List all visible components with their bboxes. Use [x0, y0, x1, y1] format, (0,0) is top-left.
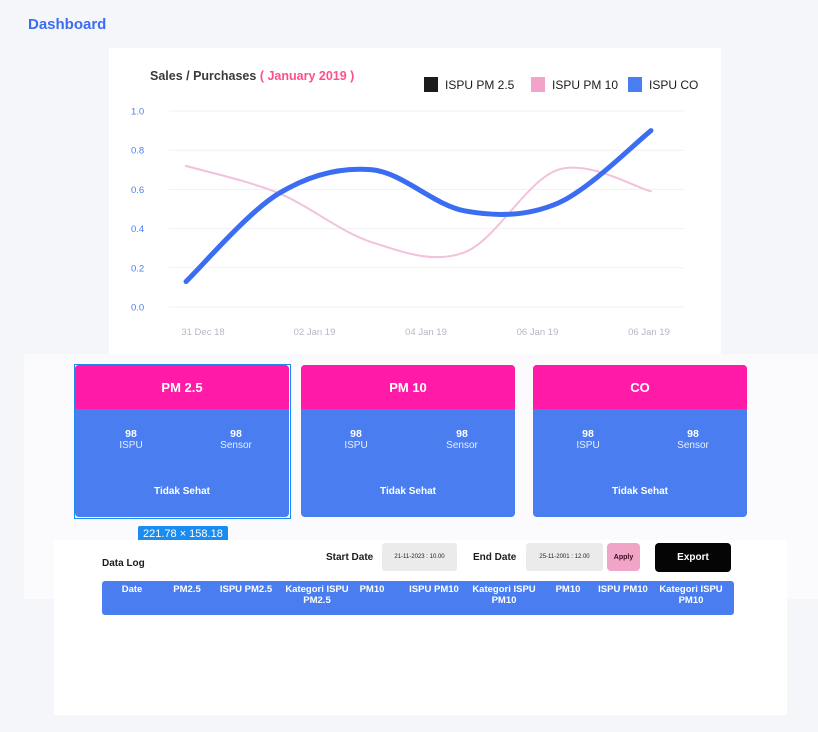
- pm25-ispu-label: ISPU: [119, 440, 143, 451]
- column-header-kategori-pm10-2[interactable]: Kategori ISPU PM10: [656, 584, 726, 606]
- page-title: Dashboard: [28, 16, 107, 33]
- legend-item-pm10[interactable]: ISPU PM 10: [531, 77, 618, 92]
- y-tick-label: 1.0: [131, 107, 144, 118]
- y-tick-label: 0.8: [131, 146, 144, 157]
- export-button[interactable]: Export: [655, 543, 731, 572]
- start-date-input[interactable]: 21-11-2023 : 10.00: [382, 543, 457, 571]
- data-log-title: Data Log: [102, 558, 145, 569]
- pm25-card-title: PM 2.5: [75, 365, 289, 409]
- legend-swatch-pm25: [424, 77, 438, 92]
- pm10-ispu: 98 ISPU: [334, 428, 378, 452]
- co-ispu-label: ISPU: [576, 440, 600, 451]
- chart-title-period: ( January 2019 ): [259, 69, 355, 83]
- column-header-date[interactable]: Date: [112, 584, 152, 595]
- pm10-status: Tidak Sehat: [380, 486, 436, 497]
- legend-swatch-pm10: [531, 77, 545, 92]
- pm10-sensor: 98 Sensor: [439, 428, 485, 452]
- pm10-ispu-value: 98: [350, 428, 362, 440]
- pm10-sensor-value: 98: [456, 428, 468, 440]
- co-sensor: 98 Sensor: [670, 428, 716, 452]
- column-header-kategori-pm10[interactable]: Kategori ISPU PM10: [468, 584, 540, 606]
- x-tick-label: 02 Jan 19: [294, 327, 336, 338]
- y-tick-label: 0.4: [131, 224, 144, 235]
- pm10-sensor-label: Sensor: [446, 440, 478, 451]
- column-header-kategori-pm25[interactable]: Kategori ISPU PM2.5: [282, 584, 352, 606]
- column-header-pm25[interactable]: PM2.5: [165, 584, 209, 595]
- pm10-card-title: PM 10: [301, 365, 515, 409]
- co-ispu: 98 ISPU: [566, 428, 610, 452]
- pm25-ispu: 98 ISPU: [109, 428, 153, 452]
- column-header-pm10[interactable]: PM10: [354, 584, 390, 595]
- data-log-table-header: Date PM2.5 ISPU PM2.5 Kategori ISPU PM2.…: [102, 581, 734, 615]
- co-sensor-value: 98: [687, 428, 699, 440]
- x-tick-label: 04 Jan 19: [405, 327, 447, 338]
- pm25-card[interactable]: PM 2.5 98 ISPU 98 Sensor Tidak Sehat: [75, 365, 289, 517]
- pm25-ispu-value: 98: [125, 428, 137, 440]
- data-log-card: Data Log Start Date 21-11-2023 : 10.00 E…: [54, 540, 787, 715]
- legend-label-co: ISPU CO: [649, 77, 699, 92]
- y-tick-label: 0.0: [131, 303, 144, 314]
- end-date-input[interactable]: 25-11-2001 : 12.00: [526, 543, 603, 571]
- chart-title: Sales / Purchases ( January 2019 ): [150, 69, 354, 83]
- series-line-ispu-co[interactable]: [183, 128, 654, 285]
- co-card-title: CO: [533, 365, 747, 409]
- y-tick-label: 0.6: [131, 185, 144, 196]
- co-ispu-value: 98: [582, 428, 594, 440]
- co-card[interactable]: CO 98 ISPU 98 Sensor Tidak Sehat: [533, 365, 747, 517]
- line-chart: 1.0 0.8 0.6 0.4 0.2 0.0 31 Dec 18 02 Jan 19 04 J…: [131, 107, 684, 338]
- x-tick-label: 31 Dec 18: [181, 327, 224, 338]
- legend-item-co[interactable]: ISPU CO: [628, 77, 698, 92]
- x-tick-label: 06 Jan 19: [517, 327, 559, 338]
- column-header-ispu-pm25[interactable]: ISPU PM2.5: [215, 584, 277, 595]
- x-tick-label: 06 Jan 19: [628, 327, 670, 338]
- apply-button[interactable]: Apply: [607, 543, 640, 571]
- legend-label-pm25: ISPU PM 2.5: [445, 77, 515, 92]
- chart-title-main: Sales / Purchases: [150, 69, 257, 83]
- legend-swatch-co: [628, 77, 642, 92]
- pm25-status: Tidak Sehat: [154, 486, 210, 497]
- pm10-card[interactable]: PM 10 98 ISPU 98 Sensor Tidak Sehat: [301, 365, 515, 517]
- legend-label-pm10: ISPU PM 10: [552, 77, 619, 92]
- pm25-sensor-value: 98: [230, 428, 242, 440]
- column-header-pm10-2[interactable]: PM10: [550, 584, 586, 595]
- pm25-sensor: 98 Sensor: [213, 428, 259, 452]
- column-header-ispu-pm10-2[interactable]: ISPU PM10: [594, 584, 652, 595]
- pm10-ispu-label: ISPU: [344, 440, 368, 451]
- legend-item-pm25[interactable]: ISPU PM 2.5: [424, 77, 514, 92]
- end-date-label: End Date: [473, 552, 517, 563]
- chart-card: 1.0 0.8 0.6 0.4 0.2 0.0 31 Dec 18 02 Jan 19 04 J…: [109, 48, 721, 354]
- co-sensor-label: Sensor: [677, 440, 709, 451]
- y-tick-label: 0.2: [131, 263, 144, 274]
- start-date-label: Start Date: [326, 552, 374, 563]
- co-status: Tidak Sehat: [612, 486, 668, 497]
- column-header-ispu-pm10[interactable]: ISPU PM10: [404, 584, 464, 595]
- pm25-sensor-label: Sensor: [220, 440, 252, 451]
